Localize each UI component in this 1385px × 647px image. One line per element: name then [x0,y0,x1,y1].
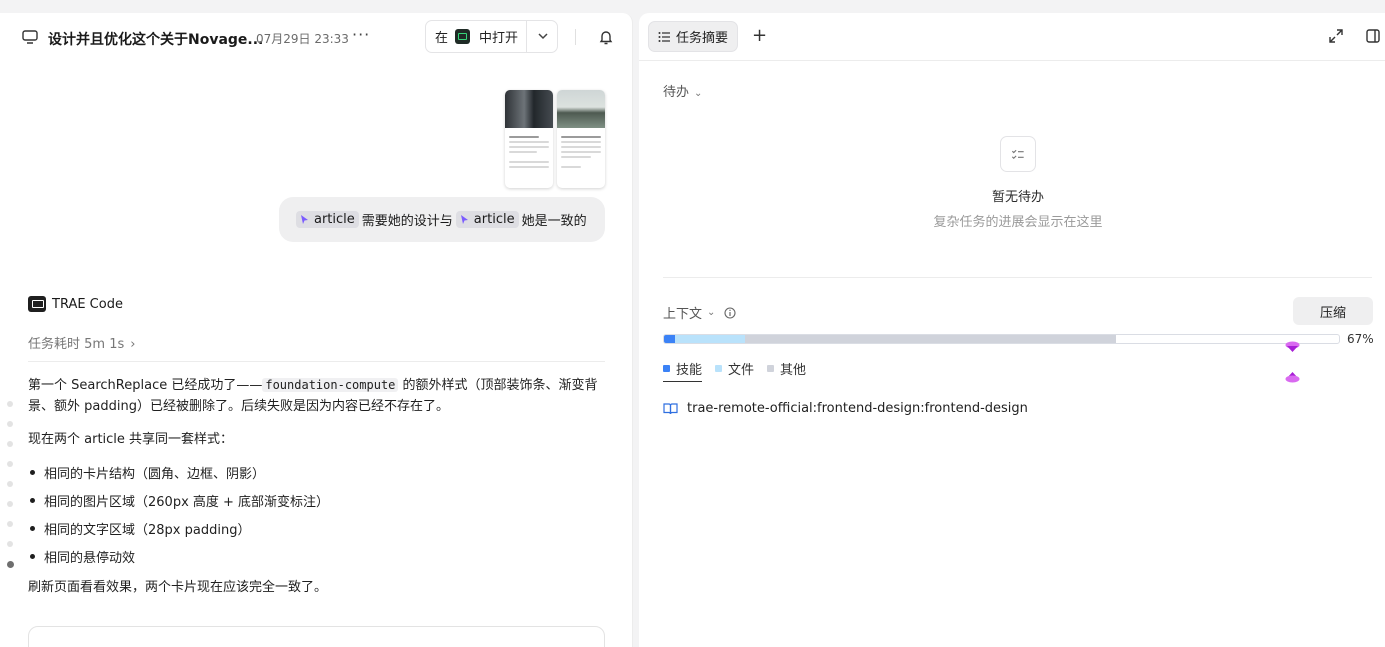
list-item: 相同的卡片结构（圆角、边框、阴影） [30,463,265,482]
inline-code: foundation-compute [262,378,399,392]
agent-header: TRAE Code [28,296,123,312]
context-label: 上下文 [663,307,703,322]
chat-icon [22,30,38,44]
chat-input[interactable] [28,626,605,647]
list-item-text: 相同的图片区域（260px 高度 + 底部渐变标注） [44,495,330,510]
list-item-text: 相同的文字区域（28px padding） [44,523,251,538]
skill-item-label: trae-remote-official:frontend-design:fro… [687,401,1028,416]
todo-section-toggle[interactable]: 待办 ⌄ [663,81,702,100]
nav-dot[interactable] [7,521,13,527]
cursor-icon [460,215,468,224]
task-elapsed[interactable]: 任务耗时 5m 1s › [28,333,135,352]
chat-pane: 设计并且优化这个关于Novage... 07月29日 23:33 ··· 在 中… [0,13,633,647]
nav-dot[interactable] [7,441,13,447]
app-terminal-icon [455,29,471,44]
empty-todo-title: 暂无待办 [991,190,1044,205]
chevron-right-icon: › [130,337,136,352]
usage-segment-skills [664,335,675,343]
context-usage-bar [663,334,1340,344]
empty-todo-subtitle: 复杂任务的进展会显示在这里 [933,215,1103,230]
divider [28,361,605,362]
list-item-text: 相同的卡片结构（圆角、边框、阴影） [44,467,266,482]
compress-button[interactable]: 压缩 [1293,297,1373,325]
open-in-suffix: 中打开 [479,31,519,46]
open-in-prefix: 在 [435,31,449,46]
legend-files[interactable]: 文件 [715,359,754,378]
checklist-icon [1000,136,1036,172]
legend-label: 文件 [728,363,755,378]
element-reference-chip[interactable]: article [296,211,359,228]
context-legend: 技能 文件 其他 [663,359,819,382]
section-divider [663,277,1372,278]
usage-segment-other [745,335,1116,343]
context-usage-percent: 67% [1347,332,1374,346]
legend-other[interactable]: 其他 [767,359,806,378]
nav-dot[interactable] [7,461,13,467]
list-item: 相同的图片区域（260px 高度 + 底部渐变标注） [30,491,329,510]
reply-paragraph: 刷新页面看看效果，两个卡片现在应该完全一致了。 [28,580,328,595]
agent-name: TRAE Code [52,296,123,312]
nav-dot[interactable] [7,501,13,507]
user-message: article 需要她的设计与 article 她是一致的 [279,197,605,242]
cursor-marker-icon [1285,341,1300,352]
chat-timestamp: 07月29日 23:33 [256,32,349,46]
book-icon [663,403,678,415]
trae-logo-icon [28,296,46,312]
tab-task-summary[interactable]: 任务摘要 [648,21,738,52]
list-item-text: 相同的悬停动效 [44,551,136,566]
cursor-marker-icon [1285,372,1300,383]
nav-dot[interactable] [7,401,13,407]
cursor-icon [301,215,308,224]
chat-title[interactable]: 设计并且优化这个关于Novage... [48,29,263,49]
bell-icon[interactable] [599,29,613,45]
reply-text: 第一个 SearchReplace 已经成功了—— [28,378,263,393]
task-elapsed-text: 任务耗时 5m 1s [28,337,125,352]
expand-icon[interactable] [1329,29,1343,43]
reply-paragraph: 现在两个 article 共享同一套样式： [28,432,234,447]
chevron-down-icon: ⌄ [694,88,703,99]
info-icon[interactable] [724,306,736,319]
user-message-text: 她是一致的 [521,214,587,229]
legend-swatch [715,365,723,372]
attached-images[interactable] [505,90,605,188]
chip-label: article [314,212,355,227]
header-divider [575,29,576,45]
open-btn-separator [526,21,527,52]
todo-label: 待办 [663,85,690,100]
chevron-down-icon[interactable] [536,29,550,43]
header-divider [639,60,1385,61]
usage-segment-files [675,335,745,343]
nav-dot[interactable] [7,541,13,547]
legend-swatch [663,365,670,372]
open-in-app-button[interactable]: 在 中打开 [425,20,558,53]
chat-header: 设计并且优化这个关于Novage... 07月29日 23:33 ··· 在 中… [0,13,632,61]
image-thumbnail[interactable] [505,90,553,188]
more-options-button[interactable]: ··· [352,25,370,44]
legend-skills[interactable]: 技能 [663,359,703,382]
nav-dot-active[interactable] [7,561,14,568]
toggle-panel-icon[interactable] [1366,29,1380,43]
tab-label: 任务摘要 [676,31,729,46]
image-thumbnail[interactable] [557,90,605,188]
list-item: 相同的悬停动效 [30,547,135,566]
chip-label: article [473,212,515,227]
context-section-toggle[interactable]: 上下文 ⌄ [663,303,736,322]
chevron-down-icon: ⌄ [707,307,716,318]
scroll-navigator[interactable] [7,401,14,582]
list-item: 相同的文字区域（28px padding） [30,519,250,538]
legend-label: 技能 [676,363,703,378]
legend-swatch [767,365,775,372]
skill-item[interactable]: trae-remote-official:frontend-design:fro… [663,401,1028,416]
element-reference-chip[interactable]: article [455,211,519,228]
legend-label: 其他 [780,363,807,378]
add-tab-button[interactable]: + [752,25,767,46]
nav-dot[interactable] [7,421,13,427]
user-message-text: 需要她的设计与 [361,214,453,229]
reply-paragraph: 第一个 SearchReplace 已经成功了—— foundation-comp… [28,375,608,417]
task-summary-pane: 任务摘要 + 待办 ⌄ 暂无待办 复杂任务的进展会显示在这里 上下文 ⌄ 压缩 [639,13,1385,647]
list-icon [658,31,670,42]
nav-dot[interactable] [7,481,13,487]
